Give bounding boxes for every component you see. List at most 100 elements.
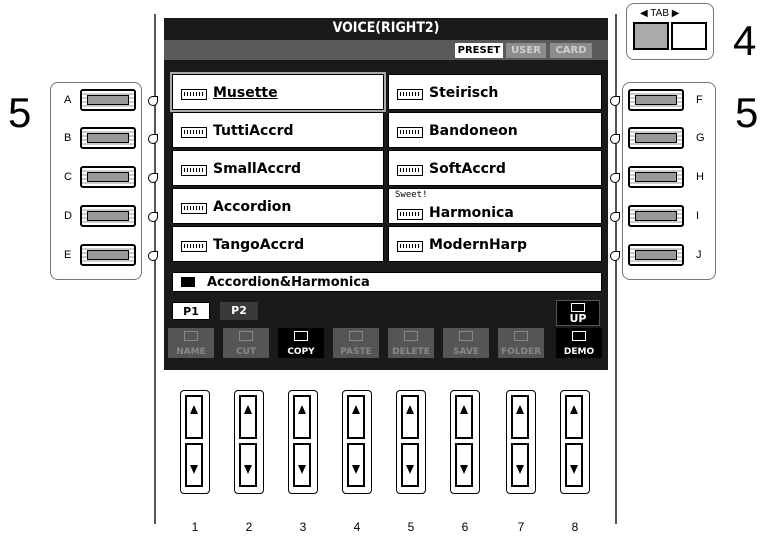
tab-card[interactable]: CARD xyxy=(550,43,592,58)
callout-number-tab: 4 xyxy=(733,17,757,64)
updown-button-2[interactable] xyxy=(234,390,264,494)
down-arrow-button[interactable] xyxy=(239,443,257,487)
up-arrow-button[interactable] xyxy=(293,395,311,439)
button-number-2: 2 xyxy=(245,520,253,534)
cmd-folder[interactable]: FOLDER xyxy=(498,328,544,358)
down-arrow-button[interactable] xyxy=(511,443,529,487)
lcd-display: VOICE(RIGHT2) PRESET USER CARD Musette S… xyxy=(164,18,608,370)
voice-tangoaccrd[interactable]: TangoAccrd xyxy=(172,226,384,262)
voice-tuttiaccrd[interactable]: TuttiAccrd xyxy=(172,112,384,148)
callout-number-right: 5 xyxy=(735,89,759,136)
connector-j xyxy=(610,251,620,261)
tab-preset[interactable]: PRESET xyxy=(455,43,503,58)
accordion-icon xyxy=(397,89,423,100)
paste-icon xyxy=(349,331,363,341)
down-arrow-button[interactable] xyxy=(185,443,203,487)
bandoneon-icon xyxy=(397,127,423,138)
voice-harmonica[interactable]: Sweet! Harmonica xyxy=(388,188,602,224)
voice-smallaccrd[interactable]: SmallAccrd xyxy=(172,150,384,186)
updown-button-3[interactable] xyxy=(288,390,318,494)
button-label-g: G xyxy=(696,132,705,144)
down-arrow-button[interactable] xyxy=(401,443,419,487)
voice-musette[interactable]: Musette xyxy=(170,72,386,112)
up-arrow-button[interactable] xyxy=(511,395,529,439)
cmd-save[interactable]: SAVE xyxy=(443,328,489,358)
up-arrow-icon xyxy=(570,405,578,414)
cmd-name[interactable]: NAME xyxy=(168,328,214,358)
voice-name: ModernHarp xyxy=(429,237,528,253)
updown-button-1[interactable] xyxy=(180,390,210,494)
side-button-b[interactable] xyxy=(80,127,136,149)
connector-f xyxy=(610,96,620,106)
side-button-h[interactable] xyxy=(628,166,684,188)
up-arrow-button[interactable] xyxy=(347,395,365,439)
voice-modernharp[interactable]: ModernHarp xyxy=(388,226,602,262)
updown-button-7[interactable] xyxy=(506,390,536,494)
button-label-f: F xyxy=(696,94,703,106)
button-label-b: B xyxy=(64,132,72,144)
voice-bandoneon[interactable]: Bandoneon xyxy=(388,112,602,148)
accordion-icon xyxy=(181,203,207,214)
voice-name: TangoAccrd xyxy=(213,237,305,253)
down-arrow-button[interactable] xyxy=(455,443,473,487)
side-button-i[interactable] xyxy=(628,205,684,227)
up-arrow-button[interactable] xyxy=(565,395,583,439)
down-arrow-button[interactable] xyxy=(347,443,365,487)
display-title: VOICE(RIGHT2) xyxy=(332,20,440,36)
updown-button-8[interactable] xyxy=(560,390,590,494)
cmd-delete[interactable]: DELETE xyxy=(388,328,434,358)
callout-number-left: 5 xyxy=(8,89,32,136)
accordion-icon xyxy=(181,165,207,176)
updown-button-4[interactable] xyxy=(342,390,372,494)
up-arrow-icon xyxy=(406,405,414,414)
bank-tabs: PRESET USER CARD xyxy=(164,40,608,60)
connector-d xyxy=(148,212,158,222)
down-arrow-button[interactable] xyxy=(293,443,311,487)
side-button-a[interactable] xyxy=(80,89,136,111)
voice-softaccrd[interactable]: SoftAccrd xyxy=(388,150,602,186)
up-arrow-button[interactable] xyxy=(401,395,419,439)
updown-button-5[interactable] xyxy=(396,390,426,494)
side-button-j[interactable] xyxy=(628,244,684,266)
button-label-j: J xyxy=(696,249,702,261)
cmd-demo[interactable]: DEMO xyxy=(556,328,602,358)
cmd-paste[interactable]: PASTE xyxy=(333,328,379,358)
button-number-1: 1 xyxy=(191,520,199,534)
down-arrow-icon xyxy=(190,465,198,474)
updown-button-6[interactable] xyxy=(450,390,480,494)
cmd-copy[interactable]: COPY xyxy=(278,328,324,358)
side-button-g[interactable] xyxy=(628,127,684,149)
voice-accordion[interactable]: Accordion xyxy=(172,188,384,224)
down-arrow-button[interactable] xyxy=(565,443,583,487)
down-arrow-icon xyxy=(244,465,252,474)
voice-name: SmallAccrd xyxy=(213,161,302,177)
voice-steirisch[interactable]: Steirisch xyxy=(388,74,602,110)
up-label: UP xyxy=(569,312,587,325)
down-arrow-icon xyxy=(570,465,578,474)
side-button-f[interactable] xyxy=(628,89,684,111)
up-button[interactable]: UP xyxy=(556,300,600,326)
button-number-8: 8 xyxy=(571,520,579,534)
page-tab-p2[interactable]: P2 xyxy=(220,302,258,320)
tab-left-button[interactable] xyxy=(633,22,669,50)
side-button-c[interactable] xyxy=(80,166,136,188)
side-button-e[interactable] xyxy=(80,244,136,266)
up-arrow-button[interactable] xyxy=(239,395,257,439)
harmonica-icon xyxy=(397,209,423,220)
cmd-cut[interactable]: CUT xyxy=(223,328,269,358)
accordion-icon xyxy=(181,89,207,100)
page-tab-p1[interactable]: P1 xyxy=(172,302,210,320)
tab-user[interactable]: USER xyxy=(506,43,546,58)
button-label-d: D xyxy=(64,210,72,222)
up-arrow-button[interactable] xyxy=(455,395,473,439)
voice-name: Harmonica xyxy=(429,205,514,221)
button-number-6: 6 xyxy=(461,520,469,534)
button-number-5: 5 xyxy=(407,520,415,534)
tab-label-text: TAB xyxy=(650,8,670,19)
connector-b xyxy=(148,134,158,144)
folder-icon xyxy=(514,331,528,341)
side-button-d[interactable] xyxy=(80,205,136,227)
voice-name: Steirisch xyxy=(429,85,499,101)
up-arrow-button[interactable] xyxy=(185,395,203,439)
tab-right-button[interactable] xyxy=(671,22,707,50)
